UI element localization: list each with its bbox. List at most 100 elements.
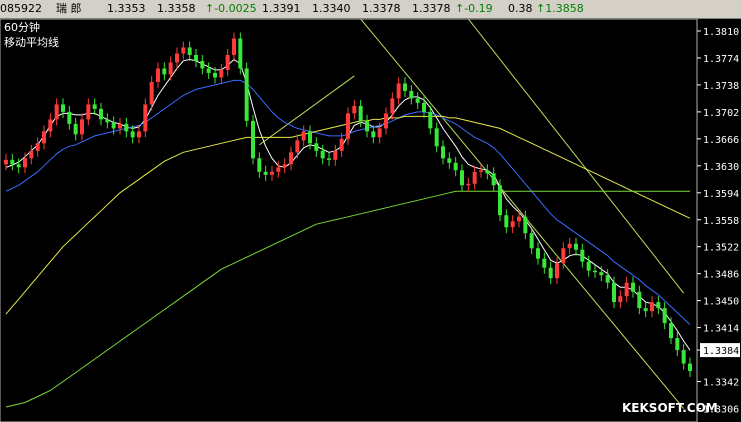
- candle-body: [124, 123, 129, 132]
- candle-body: [301, 131, 306, 141]
- quote-high: 1.3391: [262, 2, 301, 15]
- candle-body: [16, 164, 21, 168]
- current-price-label: 1.3384: [703, 346, 739, 357]
- candle-body: [656, 302, 661, 309]
- candle-body: [580, 249, 585, 262]
- candle-body: [371, 131, 376, 138]
- candle-body: [137, 131, 141, 138]
- candle-body: [73, 123, 78, 135]
- candle-body: [396, 83, 401, 99]
- candle-body: [333, 150, 338, 160]
- candle-body: [225, 54, 230, 70]
- candle-body: [441, 146, 445, 159]
- candle-body: [434, 128, 439, 147]
- candle-body: [206, 68, 211, 73]
- candle-body: [10, 159, 15, 165]
- candle-body: [23, 158, 27, 168]
- candle-body: [143, 104, 148, 132]
- candle-body: [162, 68, 167, 75]
- candle-body: [320, 150, 325, 159]
- candle-body: [517, 216, 521, 222]
- candle-body: [80, 119, 84, 135]
- candle-body: [282, 164, 287, 168]
- quote-bar: 085922 瑞 郎 1.3353 1.3358 ↑-0.0025 1.3391…: [0, 0, 741, 19]
- candle-body: [67, 111, 72, 124]
- y-tick-label: 1.3342: [703, 378, 739, 389]
- candle-body: [574, 243, 578, 250]
- quote-ask: 1.3378: [412, 2, 451, 15]
- candle-body: [295, 140, 300, 153]
- candle-body: [276, 167, 281, 172]
- candle-body: [365, 120, 369, 132]
- candle-body: [358, 105, 363, 121]
- candle-body: [688, 363, 692, 372]
- y-tick-label: 1.3630: [703, 162, 739, 173]
- candle-body: [447, 158, 452, 163]
- price-chart[interactable]: 60分钟 移动平均线 1.3810 1.3774 1.3738 1.3702 1.366…: [0, 19, 741, 422]
- candle-body: [548, 267, 553, 279]
- candle-body: [681, 350, 686, 364]
- candle-body: [675, 338, 680, 351]
- indicator-label: 移动平均线: [4, 35, 59, 49]
- y-tick-label: 1.3450: [703, 297, 739, 308]
- trend-channel-line-1: [360, 19, 685, 409]
- y-tick-label: 1.3558: [703, 216, 739, 227]
- candle-body: [232, 38, 236, 55]
- candle-body: [156, 68, 160, 82]
- quote-change-pct: ↑-0.19: [455, 2, 493, 15]
- plot-frame: [0, 19, 698, 422]
- candle-body: [390, 98, 395, 114]
- y-tick-label: 1.3702: [703, 108, 739, 119]
- quote-name: 瑞 郎: [56, 2, 82, 15]
- y-tick-label: 1.3738: [703, 81, 739, 92]
- candle-body: [181, 47, 186, 54]
- y-tick-label: 1.3486: [703, 270, 739, 281]
- candle-body: [263, 171, 268, 175]
- candle-body: [339, 138, 344, 151]
- moving-average-line-1: [5, 58, 691, 351]
- candle-body: [504, 215, 509, 228]
- y-axis: 1.3810 1.3774 1.3738 1.3702 1.3666 1.3630 1.35…: [697, 27, 740, 416]
- quote-bid: 1.3378: [362, 2, 401, 15]
- candle-body: [149, 81, 154, 105]
- candle-body: [662, 308, 667, 324]
- candle-body: [618, 296, 623, 303]
- candle-body: [529, 233, 534, 249]
- candle-body: [187, 47, 192, 55]
- candle-body: [428, 111, 433, 129]
- candle-body: [643, 308, 648, 312]
- candle-body: [4, 159, 8, 165]
- candle-body: [479, 170, 483, 172]
- candle-body: [86, 104, 91, 120]
- quote-price: 1.3353: [107, 2, 146, 15]
- candle-body: [200, 60, 205, 69]
- candle-body: [510, 221, 515, 228]
- candle-body: [61, 104, 65, 112]
- candle-body: [624, 282, 629, 297]
- candle-body: [251, 120, 255, 159]
- y-tick-label: 1.3414: [703, 324, 739, 335]
- candle-body: [352, 105, 357, 114]
- candle-body: [118, 123, 122, 129]
- candle-body: [219, 69, 224, 78]
- candle-body: [99, 108, 103, 120]
- candle-body: [612, 282, 616, 303]
- y-tick-label: 1.3666: [703, 135, 739, 146]
- watermark: KEKSOFT.COM: [622, 401, 718, 415]
- candle-body: [314, 143, 319, 151]
- candle-body: [491, 173, 496, 186]
- candle-body: [270, 171, 274, 175]
- candle-body: [257, 158, 262, 172]
- candle-body: [409, 90, 414, 99]
- candle-body: [244, 68, 249, 121]
- candle-body: [415, 98, 420, 103]
- candle-body: [472, 171, 477, 184]
- y-tick-label: 1.3774: [703, 54, 739, 65]
- period-label: 60分钟: [4, 20, 40, 34]
- quote-low: 1.3340: [312, 2, 351, 15]
- trend-channel-line-3: [259, 75, 355, 146]
- candle-body: [308, 131, 312, 144]
- moving-average-line-4: [5, 190, 690, 408]
- candle-body: [213, 72, 217, 78]
- candle-body: [637, 291, 642, 309]
